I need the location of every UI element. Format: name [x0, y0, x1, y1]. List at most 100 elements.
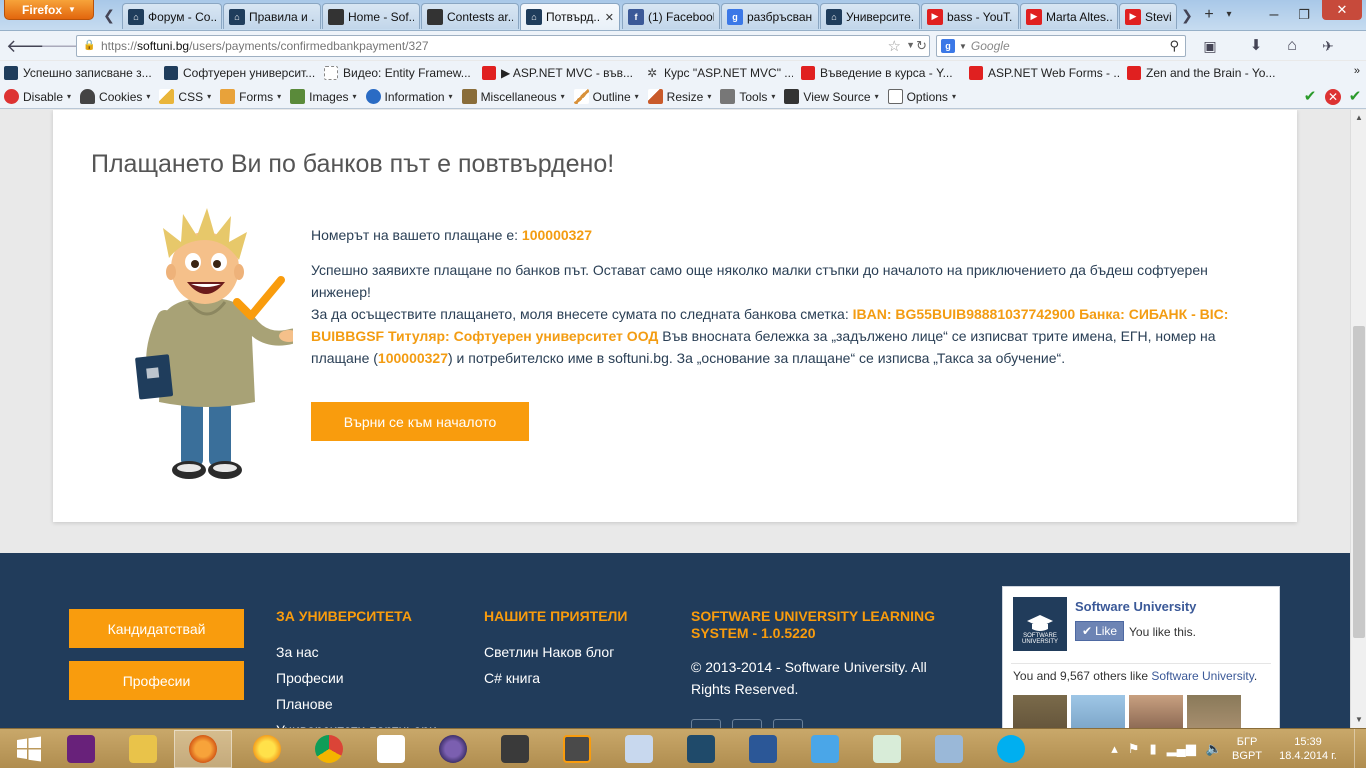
- taskbar-sublime[interactable]: [548, 730, 606, 768]
- error-icon[interactable]: ✕: [1325, 89, 1341, 105]
- devtool-images[interactable]: Images ▾: [290, 89, 357, 104]
- battery-icon[interactable]: ▮: [1149, 741, 1156, 757]
- taskbar-app[interactable]: [858, 730, 916, 768]
- tab-universities[interactable]: ⌂ Университе...: [820, 3, 920, 29]
- downloads-icon[interactable]: ⬇: [1244, 35, 1268, 57]
- footer-link-nakov-blog[interactable]: Светлин Наков блог: [484, 639, 674, 665]
- devtool-tools[interactable]: Tools ▾: [720, 89, 775, 104]
- taskbar-app[interactable]: [362, 730, 420, 768]
- tab-list-icon[interactable]: ▾: [1222, 4, 1236, 26]
- taskbar-skype[interactable]: [982, 730, 1040, 768]
- address-bar[interactable]: 🔒 https://softuni.bg/users/payments/conf…: [76, 35, 930, 57]
- footer-link-csharp-book[interactable]: C# книга: [484, 665, 674, 691]
- show-desktop-button[interactable]: [1354, 729, 1360, 768]
- softuni-logo[interactable]: SOFTWARE UNIVERSITY: [1013, 597, 1067, 651]
- scroll-down-icon[interactable]: ▼: [1351, 712, 1366, 728]
- bookmarks-menu-icon[interactable]: ▣: [1198, 35, 1222, 57]
- url-history-dropdown-icon[interactable]: ▼: [906, 40, 915, 50]
- tab-contests[interactable]: Contests ar...: [421, 3, 519, 29]
- footer-link-partners[interactable]: Университети партньори: [276, 717, 466, 728]
- taskbar-visual-studio[interactable]: [52, 730, 110, 768]
- taskbar-chrome[interactable]: [300, 730, 358, 768]
- bookmark-item[interactable]: Видео: Entity Framew...: [324, 66, 474, 80]
- tab-youtube-marta[interactable]: ▶ Marta Altes...: [1020, 3, 1118, 29]
- back-arrow-icon[interactable]: 🡐: [6, 35, 54, 57]
- taskbar-app[interactable]: [796, 730, 854, 768]
- more-bookmarks-icon[interactable]: »: [1354, 65, 1360, 77]
- fan-avatar[interactable]: [1013, 695, 1067, 728]
- facebook-page-name[interactable]: Software University: [1075, 599, 1196, 614]
- bookmark-item[interactable]: Софтуерен университ...: [164, 66, 316, 80]
- start-button[interactable]: [0, 730, 58, 768]
- forward-arrow-icon[interactable]: 🡒: [40, 35, 88, 57]
- bookmark-item[interactable]: Zen and the Brain - Yo...: [1127, 66, 1277, 80]
- search-engine-dropdown-icon[interactable]: ▼: [959, 42, 967, 51]
- social-icon[interactable]: [691, 719, 721, 728]
- fan-avatar[interactable]: [1187, 695, 1241, 728]
- show-hidden-icons-icon[interactable]: ▴: [1111, 741, 1118, 757]
- devtool-disable[interactable]: Disable ▾: [4, 89, 71, 104]
- tab-facebook[interactable]: f (1) Facebook: [622, 3, 720, 29]
- restore-icon[interactable]: ❐: [1292, 4, 1316, 26]
- bookmark-item[interactable]: ASP.NET Web Forms - ...: [969, 66, 1119, 80]
- new-tab-icon[interactable]: +: [1200, 4, 1218, 26]
- home-icon[interactable]: ⌂: [1280, 35, 1304, 57]
- flag-icon[interactable]: ⚑: [1128, 741, 1140, 757]
- apply-button[interactable]: Кандидатствай: [69, 609, 244, 648]
- facebook-like-button[interactable]: ✔ Like: [1075, 621, 1125, 641]
- social-icon[interactable]: [773, 719, 803, 728]
- network-icon[interactable]: ▂▄▆: [1167, 741, 1196, 757]
- professions-button[interactable]: Професии: [69, 661, 244, 700]
- taskbar-word[interactable]: [734, 730, 792, 768]
- taskbar-explorer[interactable]: [114, 730, 172, 768]
- search-icon[interactable]: ⚲: [1169, 38, 1179, 54]
- firefox-menu-button[interactable]: Firefox ▼: [4, 0, 94, 20]
- tab-forum[interactable]: ⌂ Форум - Со...: [122, 3, 222, 29]
- bookmark-item[interactable]: Успешно записване з...: [4, 66, 156, 80]
- bookmark-item[interactable]: ✲ Курс "ASP.NET MVC" ...: [645, 66, 793, 80]
- devtool-resize[interactable]: Resize ▾: [647, 89, 711, 104]
- devtool-miscellaneous[interactable]: Miscellaneous ▾: [461, 89, 565, 104]
- tab-youtube-bass[interactable]: ▶ bass - YouT...: [921, 3, 1019, 29]
- tab-youtube-stevie[interactable]: ▶ Stevie: [1119, 3, 1177, 29]
- extension-icon[interactable]: ✈: [1316, 35, 1340, 57]
- checkmark-icon[interactable]: ✔: [1347, 89, 1363, 105]
- bookmark-item[interactable]: Въведение в курса - Y...: [801, 66, 961, 80]
- taskbar-app[interactable]: [920, 730, 978, 768]
- fan-avatar[interactable]: [1129, 695, 1183, 728]
- devtool-options[interactable]: Options ▾: [887, 89, 956, 104]
- tab-home[interactable]: Home - Sof...: [322, 3, 420, 29]
- search-box[interactable]: g ▼ Google ⚲: [936, 35, 1186, 57]
- taskbar-firefox[interactable]: [174, 730, 232, 768]
- vertical-scrollbar[interactable]: ▲ ▼: [1350, 110, 1366, 728]
- close-tab-icon[interactable]: ✕: [605, 11, 614, 24]
- language-indicator[interactable]: БГР BGPT: [1232, 735, 1262, 763]
- bookmark-item[interactable]: ▶ ASP.NET MVC - във...: [482, 66, 637, 80]
- taskbar-eclipse[interactable]: [424, 730, 482, 768]
- checkmark-icon[interactable]: ✔: [1302, 89, 1318, 105]
- footer-link-about[interactable]: За нас: [276, 639, 466, 665]
- tab-scroll-right-icon[interactable]: ❯: [1178, 4, 1196, 26]
- taskbar-app[interactable]: [238, 730, 296, 768]
- tab-google-search[interactable]: g разбръсван...: [721, 3, 819, 29]
- scroll-up-icon[interactable]: ▲: [1351, 110, 1366, 126]
- taskbar-mysql[interactable]: [672, 730, 730, 768]
- devtool-outline[interactable]: Outline ▾: [573, 89, 639, 104]
- social-icon[interactable]: [732, 719, 762, 728]
- minimize-icon[interactable]: –: [1262, 4, 1286, 26]
- devtool-css[interactable]: CSS ▾: [159, 89, 211, 104]
- footer-link-professions[interactable]: Професии: [276, 665, 466, 691]
- back-to-home-button[interactable]: Върни се към началото: [311, 402, 529, 441]
- tab-rules[interactable]: ⌂ Правила и ...: [223, 3, 321, 29]
- taskbar-virtualbox[interactable]: [610, 730, 668, 768]
- taskbar-app[interactable]: [486, 730, 544, 768]
- devtool-view-source[interactable]: View Source ▾: [784, 89, 879, 104]
- tab-scroll-left-icon[interactable]: ❮: [100, 4, 118, 26]
- scrollbar-thumb[interactable]: [1353, 326, 1365, 638]
- fan-avatar[interactable]: [1071, 695, 1125, 728]
- footer-link-plans[interactable]: Планове: [276, 691, 466, 717]
- close-window-icon[interactable]: ✕: [1322, 0, 1362, 20]
- clock[interactable]: 15:39 18.4.2014 г.: [1272, 735, 1344, 763]
- devtool-cookies[interactable]: Cookies ▾: [80, 89, 150, 104]
- bookmark-star-icon[interactable]: ☆: [888, 37, 901, 55]
